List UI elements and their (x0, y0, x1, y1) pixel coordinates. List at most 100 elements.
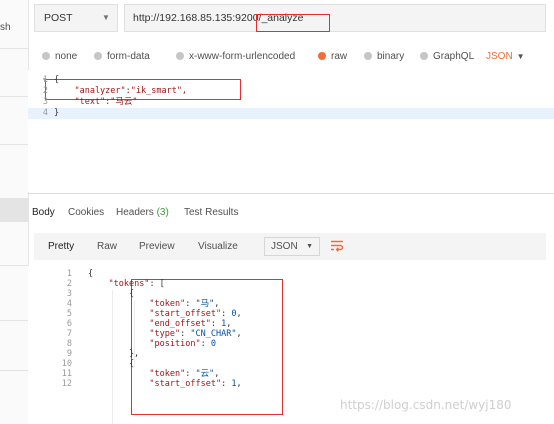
request-workspace: POST ▼ http://192.168.85.135:9200/_analy… (28, 0, 554, 424)
code-token: "start_offset" (149, 379, 222, 389)
response-format-select[interactable]: JSON ▼ (264, 237, 320, 256)
code-token: : (221, 309, 232, 319)
sidebar-item-active[interactable] (0, 198, 28, 222)
code-token: , (226, 319, 232, 329)
code-token: "tokens" (108, 279, 150, 289)
chevron-down-icon: ▼ (306, 243, 313, 250)
view-raw-button[interactable]: Raw (97, 233, 117, 260)
code-token: "token" (149, 299, 186, 309)
sidebar-partial-text: sh (0, 22, 11, 33)
code-token: : (221, 379, 232, 389)
code-token: "马" (195, 299, 215, 309)
code-token: "position" (149, 339, 201, 349)
code-token: : (185, 299, 196, 309)
radio-icon (176, 52, 184, 60)
tab-label: Cookies (68, 207, 105, 218)
sidebar-divider (0, 265, 28, 266)
method-select[interactable]: POST ▼ (34, 4, 118, 32)
body-type-form-data[interactable]: form-data (94, 50, 150, 64)
radio-icon (420, 52, 428, 60)
body-type-label: binary (377, 51, 405, 62)
body-format-dropdown[interactable]: JSON ▼ (486, 50, 525, 64)
radio-icon (364, 52, 372, 60)
code-line: "analyzer":"ik_smart", (54, 86, 188, 96)
code-token: 0 (210, 339, 216, 349)
body-type-label: GraphQL (433, 51, 475, 62)
pane-divider[interactable] (28, 193, 554, 194)
view-visualize-button[interactable]: Visualize (198, 233, 238, 260)
view-preview-button[interactable]: Preview (139, 233, 175, 260)
sidebar-divider (0, 48, 28, 49)
code-token: , (214, 369, 220, 379)
body-type-raw[interactable]: raw (318, 50, 347, 64)
sidebar-divider (0, 320, 28, 321)
tab-body[interactable]: Body (32, 206, 55, 220)
url-annotation-box (256, 14, 330, 32)
code-token: "云" (195, 369, 215, 379)
radio-icon (94, 52, 102, 60)
radio-icon (318, 52, 326, 60)
code-token: "start_offset" (149, 309, 222, 319)
code-token: , (214, 299, 220, 309)
response-format-label: JSON (271, 241, 298, 252)
sidebar-divider (0, 144, 28, 145)
code-token: , (236, 309, 242, 319)
code-token: "CN_CHAR" (190, 329, 237, 339)
code-token: : (200, 339, 211, 349)
request-body-editor[interactable]: 1 ▾{2 "analyzer":"ik_smart", 3 "text":"马云"… (28, 70, 554, 192)
code-token: { (88, 359, 135, 369)
radio-icon (42, 52, 50, 60)
chevron-down-icon: ▼ (102, 13, 110, 22)
wrap-lines-icon[interactable] (330, 239, 344, 253)
sidebar-divider (0, 96, 28, 97)
collections-sidebar: sh (0, 0, 29, 424)
body-type-label: form-data (107, 51, 150, 62)
url-input[interactable]: http://192.168.85.135:9200/_analyze (124, 4, 546, 32)
body-type-none[interactable]: none (42, 50, 77, 64)
body-format-label: JSON (486, 51, 513, 62)
sidebar-divider (0, 370, 28, 371)
body-type-x-www-form-urlencoded[interactable]: x-www-form-urlencoded (176, 50, 295, 64)
body-type-label: none (55, 51, 78, 62)
line-number: 4 (42, 108, 48, 118)
line-number: 3 (42, 97, 48, 107)
view-pretty-button[interactable]: Pretty (48, 233, 74, 260)
code-token: : (180, 329, 191, 339)
line-number: 12 (61, 379, 72, 389)
code-token: : [ (149, 279, 165, 289)
tab-test-results[interactable]: Test Results (184, 206, 238, 220)
line-number: 2 (42, 86, 48, 96)
request-bar: POST ▼ http://192.168.85.135:9200/_analy… (34, 4, 546, 32)
tab-cookies[interactable]: Cookies (68, 206, 104, 220)
code-token: { (88, 269, 94, 279)
code-token: "end_offset" (149, 319, 211, 329)
response-toolbar: JSON ▼ Pretty Raw Preview Visualize (34, 233, 546, 260)
tab-count-badge: (3) (156, 207, 169, 218)
body-type-label: x-www-form-urlencoded (189, 51, 296, 62)
body-type-label: raw (331, 51, 348, 62)
code-token: , (236, 329, 242, 339)
code-line: "start_offset": 1, (88, 379, 241, 390)
code-token: { (88, 289, 135, 299)
tab-label: Headers (116, 207, 154, 218)
code-line: { (54, 75, 60, 85)
current-line-highlight (28, 108, 554, 119)
code-token: "type" (149, 329, 181, 339)
code-token: "token" (149, 369, 186, 379)
body-type-binary[interactable]: binary (364, 50, 404, 64)
chevron-down-icon: ▼ (516, 52, 525, 61)
code-line: "text":"马云" (54, 97, 138, 107)
code-token: : (185, 369, 196, 379)
watermark: https://blog.csdn.net/wyj180 (340, 398, 512, 412)
body-type-graphql[interactable]: GraphQL (420, 50, 474, 64)
code-line: } (54, 108, 60, 118)
fold-arrow-icon[interactable]: ▾ (42, 75, 50, 86)
tab-headers[interactable]: Headers (3) (116, 206, 169, 220)
